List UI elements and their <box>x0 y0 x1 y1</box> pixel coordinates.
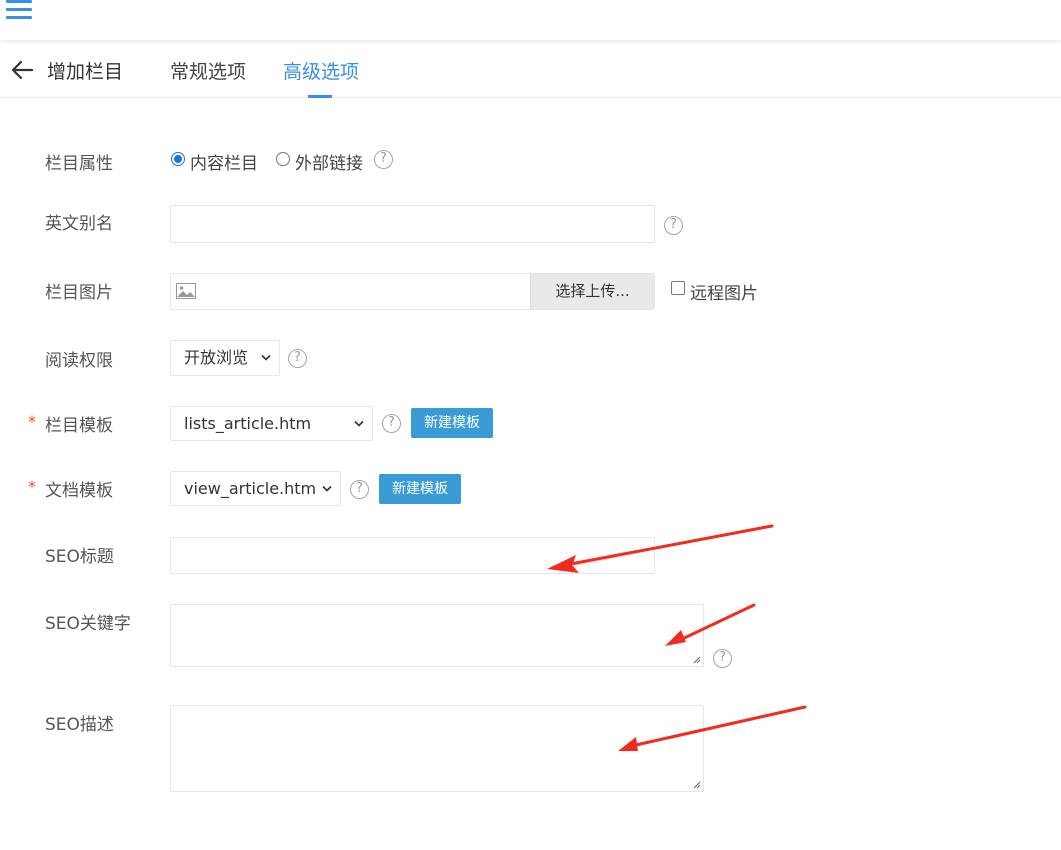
alias-input[interactable] <box>170 205 655 243</box>
permission-label: 阅读权限 <box>45 351 113 371</box>
help-icon[interactable]: ? <box>664 216 683 235</box>
image-label: 栏目图片 <box>45 283 113 303</box>
help-icon[interactable]: ? <box>288 349 307 368</box>
seo-keywords-label: SEO关键字 <box>45 614 131 634</box>
top-bar <box>0 0 1061 40</box>
radio-content-column[interactable] <box>171 152 185 166</box>
page-title: 增加栏目 <box>47 61 124 83</box>
back-arrow-icon[interactable] <box>10 58 36 82</box>
doc-template-select-value: view_article.htm <box>184 479 317 498</box>
permission-select-value: 开放浏览 <box>184 348 249 367</box>
menu-icon[interactable] <box>4 0 34 22</box>
new-list-template-button[interactable]: 新建模板 <box>411 408 493 438</box>
alias-label: 英文别名 <box>45 214 113 234</box>
remote-image-label[interactable]: 远程图片 <box>690 279 758 304</box>
help-icon[interactable]: ? <box>350 480 369 499</box>
list-template-select[interactable]: lists_article.htm <box>170 406 373 441</box>
radio-external-link-label[interactable]: 外部链接 <box>295 149 363 174</box>
help-icon[interactable]: ? <box>713 649 732 668</box>
doc-template-label: 文档模板 <box>45 481 113 501</box>
image-icon <box>176 283 196 299</box>
tab-general-options[interactable]: 常规选项 <box>170 57 246 84</box>
image-path-input[interactable]: 选择上传... <box>170 273 655 310</box>
required-mark: * <box>28 477 36 496</box>
resize-handle-icon[interactable] <box>692 780 701 789</box>
list-template-label: 栏目模板 <box>45 416 113 436</box>
seo-keywords-textarea[interactable] <box>170 604 704 667</box>
seo-description-label: SEO描述 <box>45 715 114 735</box>
seo-description-textarea[interactable] <box>170 705 704 792</box>
permission-select[interactable]: 开放浏览 <box>170 340 280 376</box>
seo-title-input[interactable] <box>170 537 655 574</box>
list-template-select-value: lists_article.htm <box>184 414 312 433</box>
remote-image-checkbox[interactable] <box>671 281 685 295</box>
required-mark: * <box>28 412 36 431</box>
attribute-label: 栏目属性 <box>45 154 113 174</box>
new-doc-template-button[interactable]: 新建模板 <box>379 474 461 504</box>
active-tab-indicator <box>308 95 332 98</box>
upload-button[interactable]: 选择上传... <box>530 274 654 309</box>
radio-content-column-label[interactable]: 内容栏目 <box>190 149 258 174</box>
chevron-down-icon <box>322 485 332 492</box>
help-icon[interactable]: ? <box>382 414 401 433</box>
radio-external-link[interactable] <box>276 152 290 166</box>
tab-advanced-options[interactable]: 高级选项 <box>283 57 359 84</box>
chevron-down-icon <box>261 354 271 361</box>
seo-title-label: SEO标题 <box>45 547 114 567</box>
doc-template-select[interactable]: view_article.htm <box>170 471 341 506</box>
resize-handle-icon[interactable] <box>692 655 701 664</box>
help-icon[interactable]: ? <box>374 150 393 169</box>
chevron-down-icon <box>354 420 364 427</box>
page-header: 增加栏目 常规选项 高级选项 <box>0 40 1061 98</box>
